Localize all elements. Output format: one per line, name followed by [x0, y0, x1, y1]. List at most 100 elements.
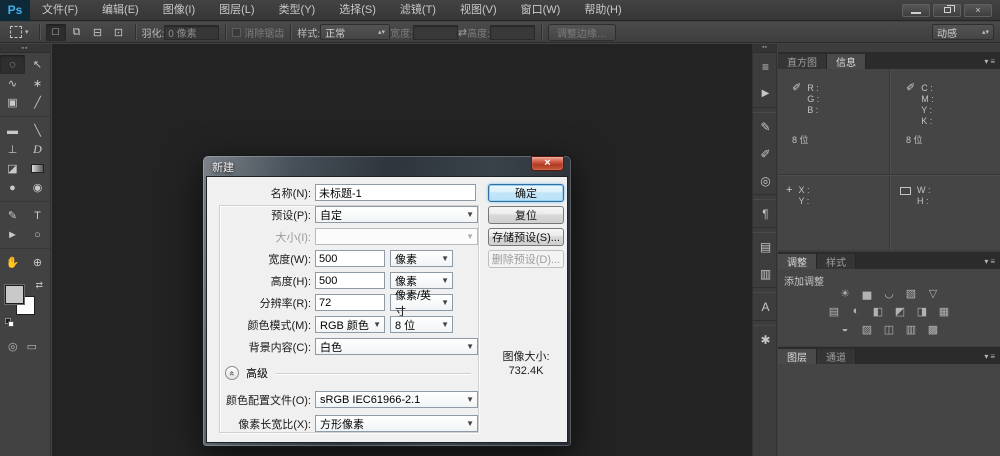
paragraph-panel-icon[interactable]: ¶: [753, 200, 778, 227]
save-preset-button[interactable]: 存储预设(S)...: [488, 228, 564, 246]
menu-help[interactable]: 帮助(H): [572, 0, 633, 21]
properties-panel-icon[interactable]: ✱: [753, 326, 778, 353]
panel-menu-icon[interactable]: ▾≡: [984, 352, 995, 364]
width-input[interactable]: [315, 250, 385, 267]
menu-window[interactable]: 窗口(W): [509, 0, 573, 21]
minimize-button[interactable]: [902, 4, 930, 17]
tool-type[interactable]: T: [25, 206, 50, 225]
history-panel-icon[interactable]: ≡: [753, 53, 778, 80]
curves-icon[interactable]: ◡: [882, 287, 896, 300]
clone-source-panel-icon[interactable]: ◎: [753, 167, 778, 194]
tool-dodge[interactable]: ◉: [25, 178, 50, 197]
tool-elliptical-marquee[interactable]: ◌: [0, 55, 25, 74]
advanced-expander-button[interactable]: »: [225, 366, 239, 380]
tool-healing-brush[interactable]: ▬: [0, 121, 25, 140]
bit-depth-select[interactable]: 8 位 ▼: [390, 316, 453, 333]
default-colors-icon[interactable]: [5, 318, 15, 328]
panel-menu-icon[interactable]: ▾≡: [984, 257, 995, 269]
feather-input[interactable]: 0 像素: [164, 25, 219, 40]
color-mode-select[interactable]: RGB 颜色 ▼: [315, 316, 385, 333]
tab-layers[interactable]: 图层: [778, 349, 817, 364]
tool-shape[interactable]: ○: [25, 225, 50, 244]
menu-type[interactable]: 类型(Y): [267, 0, 328, 21]
notes-panel-icon[interactable]: ▥: [753, 260, 778, 287]
tool-pen[interactable]: ✎: [0, 206, 25, 225]
tool-brush[interactable]: ╲: [25, 121, 50, 140]
menu-filter[interactable]: 滤镜(T): [388, 0, 448, 21]
height-input[interactable]: [315, 272, 385, 289]
tab-adjustments[interactable]: 调整: [778, 254, 817, 269]
tool-magic-wand[interactable]: ∗: [25, 74, 50, 93]
width-input[interactable]: [413, 25, 458, 40]
quick-mask-button[interactable]: ◎: [8, 340, 18, 353]
selective-color-icon[interactable]: ▩: [926, 323, 940, 336]
intersect-selection-button[interactable]: ⊡: [109, 24, 129, 41]
menu-file[interactable]: 文件(F): [30, 0, 90, 21]
antialias-checkbox[interactable]: [232, 28, 241, 37]
width-unit-select[interactable]: 像素 ▼: [390, 250, 453, 267]
swap-dimensions-icon[interactable]: ⇄: [458, 26, 467, 39]
tool-clone-stamp[interactable]: ⊥: [0, 140, 25, 159]
tool-blur[interactable]: ●: [0, 178, 25, 197]
pixel-aspect-select[interactable]: 方形像素 ▼: [315, 415, 478, 432]
swap-colors-icon[interactable]: ⇄: [35, 280, 43, 291]
dialog-close-button[interactable]: ×: [531, 156, 564, 171]
tool-presets-panel-icon[interactable]: ✎: [753, 113, 778, 140]
tool-hand[interactable]: ✋: [0, 253, 25, 272]
menu-select[interactable]: 选择(S): [327, 0, 388, 21]
tool-zoom[interactable]: ⊕: [25, 253, 50, 272]
restore-button[interactable]: [933, 4, 961, 17]
tools-panel-grip[interactable]: ▪▪: [0, 44, 50, 53]
panel-menu-icon[interactable]: ▾≡: [984, 57, 995, 69]
black-white-icon[interactable]: ◧: [871, 305, 885, 318]
tool-move[interactable]: ↖: [25, 55, 50, 74]
workspace-select[interactable]: 动感 ▴▾: [932, 24, 994, 40]
channel-mixer-icon[interactable]: ◨: [915, 305, 929, 318]
new-selection-button[interactable]: □: [46, 24, 66, 41]
tool-history-brush[interactable]: D: [25, 140, 50, 159]
name-input[interactable]: [315, 184, 476, 201]
character-panel-icon[interactable]: A: [753, 293, 778, 320]
tool-gradient[interactable]: [25, 159, 50, 178]
reset-button[interactable]: 复位: [488, 206, 564, 224]
menu-layer[interactable]: 图层(L): [207, 0, 266, 21]
tool-crop[interactable]: ▣: [0, 93, 25, 112]
brightness-contrast-icon[interactable]: ☀: [838, 287, 852, 300]
menu-image[interactable]: 图像(I): [151, 0, 207, 21]
resolution-input[interactable]: [315, 294, 385, 311]
layer-comps-panel-icon[interactable]: ▤: [753, 233, 778, 260]
tool-lasso[interactable]: ∿: [0, 74, 25, 93]
hue-saturation-icon[interactable]: ▤: [827, 305, 841, 318]
resolution-unit-select[interactable]: 像素/英寸 ▼: [390, 294, 453, 311]
dock-grip[interactable]: ▪▪: [753, 44, 776, 53]
tool-eyedropper[interactable]: ╱: [25, 93, 50, 112]
vibrance-icon[interactable]: ▽: [926, 287, 940, 300]
menu-edit[interactable]: 编辑(E): [90, 0, 151, 21]
ok-button[interactable]: 确定: [488, 184, 564, 202]
tab-info[interactable]: 信息: [827, 54, 866, 69]
tool-preset-picker[interactable]: ▾: [6, 25, 33, 39]
photo-filter-icon[interactable]: ◩: [893, 305, 907, 318]
background-contents-select[interactable]: 白色 ▼: [315, 338, 478, 355]
menu-view[interactable]: 视图(V): [448, 0, 509, 21]
posterize-icon[interactable]: ▨: [860, 323, 874, 336]
foreground-color-swatch[interactable]: [5, 285, 24, 304]
threshold-icon[interactable]: ◫: [882, 323, 896, 336]
add-selection-button[interactable]: ⧉: [67, 24, 87, 41]
tab-styles[interactable]: 样式: [817, 254, 856, 269]
brush-presets-panel-icon[interactable]: ✐: [753, 140, 778, 167]
color-balance-icon[interactable]: ◐: [849, 305, 863, 318]
color-profile-select[interactable]: sRGB IEC61966-2.1 ▼: [315, 391, 478, 408]
actions-panel-icon[interactable]: ▶: [753, 80, 778, 107]
tab-histogram[interactable]: 直方图: [778, 54, 827, 69]
refine-edge-button[interactable]: 调整边缘…: [548, 24, 616, 41]
tool-path-selection[interactable]: ►: [0, 225, 25, 244]
levels-icon[interactable]: ▅: [860, 287, 874, 300]
close-button[interactable]: ×: [964, 4, 992, 17]
subtract-selection-button[interactable]: ⊟: [88, 24, 108, 41]
invert-icon[interactable]: ◒: [838, 323, 852, 336]
style-select[interactable]: 正常 ▴▾: [320, 24, 390, 40]
tool-eraser[interactable]: ◪: [0, 159, 25, 178]
tab-channels[interactable]: 通道: [817, 349, 856, 364]
screen-mode-button[interactable]: ▭: [27, 340, 37, 353]
